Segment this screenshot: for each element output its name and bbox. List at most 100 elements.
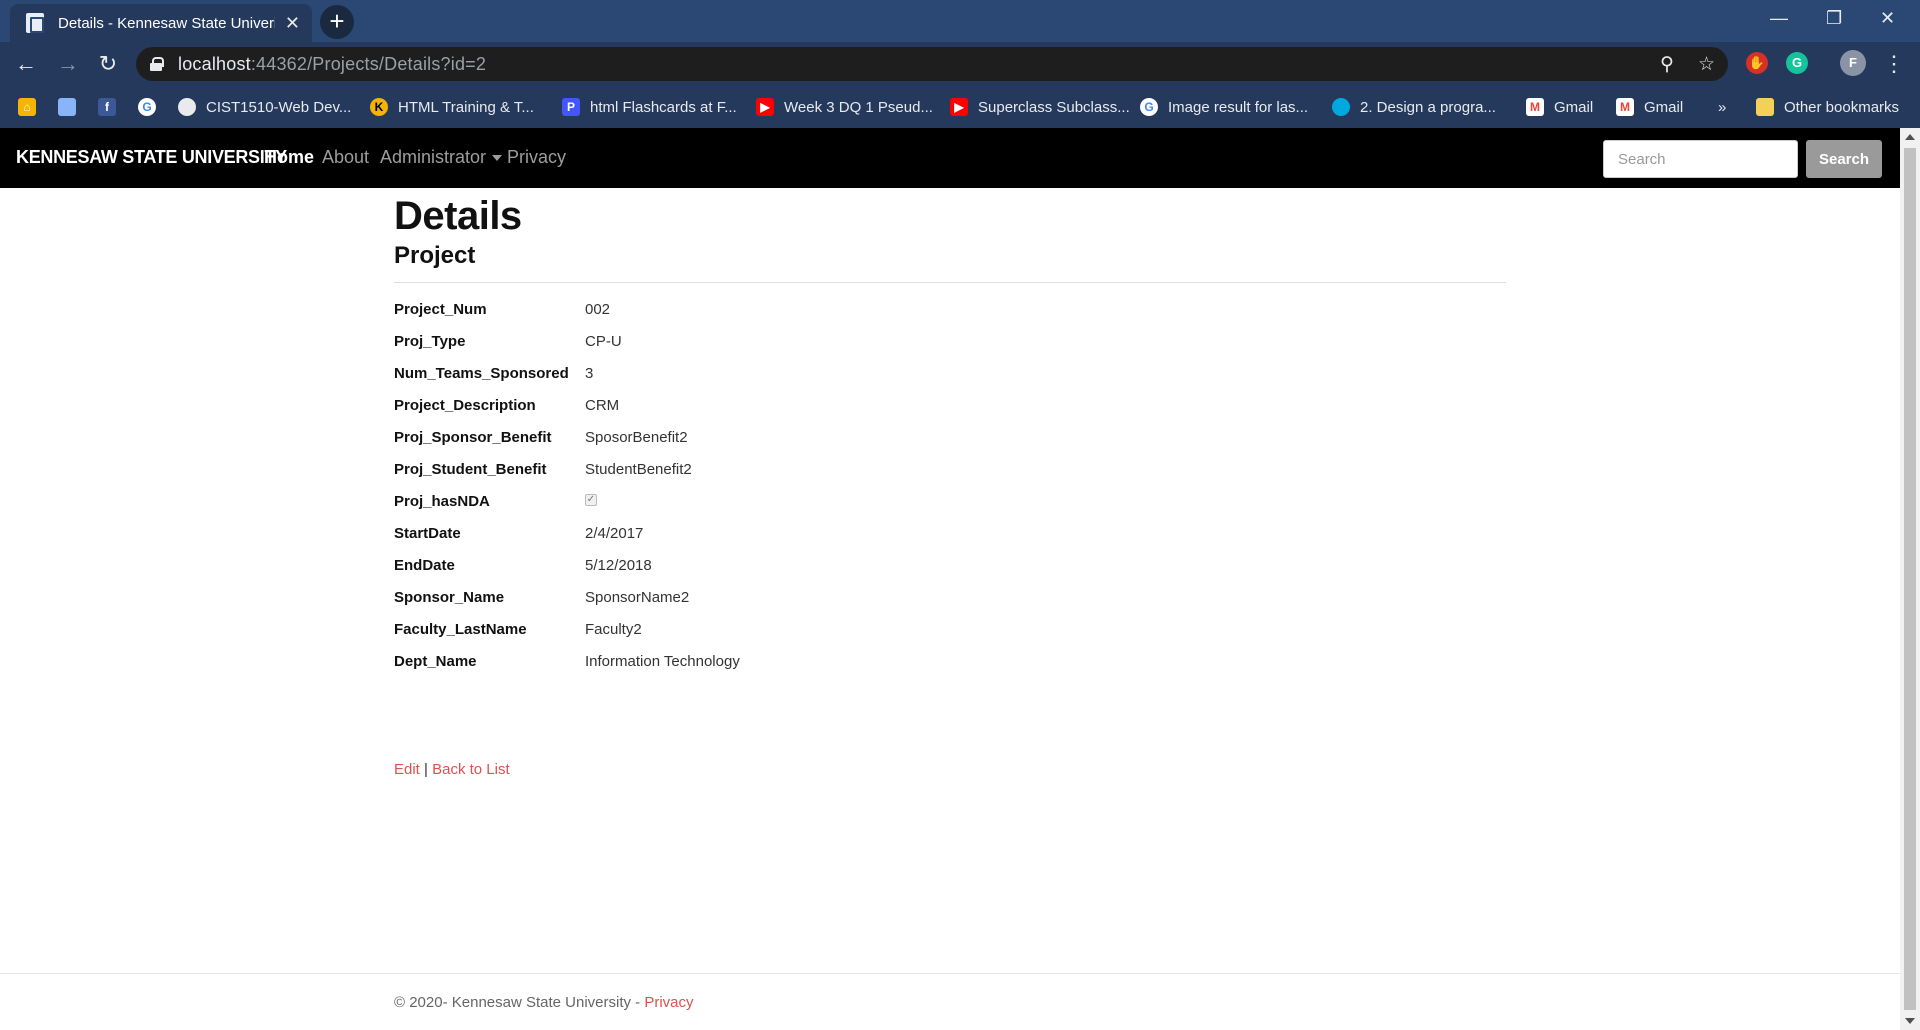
detail-row-project-num: Project_Num 002: [394, 301, 1506, 333]
scroll-up-icon[interactable]: [1905, 134, 1915, 140]
bookmark-image-result[interactable]: G Image result for las...: [1140, 96, 1308, 118]
nav-home[interactable]: Home: [264, 147, 314, 168]
detail-row-sponsor-benefit: Proj_Sponsor_Benefit SposorBenefit2: [394, 429, 1506, 461]
bookmarks-overflow-button[interactable]: »: [1718, 96, 1726, 118]
detail-row-dept: Dept_Name Information Technology: [394, 653, 1506, 685]
detail-row-start-date: StartDate 2/4/2017: [394, 525, 1506, 557]
nav-administrator-dropdown[interactable]: Administrator: [380, 147, 503, 168]
bookmark-facebook[interactable]: f: [98, 96, 126, 118]
bookmark-icon: [58, 98, 76, 116]
bookmark-2[interactable]: [58, 96, 86, 118]
field-value: SposorBenefit2: [585, 429, 688, 446]
web-icon: [178, 98, 196, 116]
scroll-down-icon[interactable]: [1905, 1018, 1915, 1024]
footer-privacy-link[interactable]: Privacy: [644, 994, 693, 1011]
new-tab-button[interactable]: +: [320, 5, 354, 39]
detail-row-description: Project_Description CRM: [394, 397, 1506, 429]
site-navbar: KENNESAW STATE UNIVERSITY Home About Adm…: [0, 128, 1900, 188]
bookmark-html-training[interactable]: K HTML Training & T...: [370, 96, 534, 118]
detail-row-student-benefit: Proj_Student_Benefit StudentBenefit2: [394, 461, 1506, 493]
field-label: Proj_Student_Benefit: [394, 461, 547, 478]
page-subtitle: Project: [394, 242, 476, 269]
browser-tab-strip: Details - Kennesaw State Univeris ✕ + — …: [0, 0, 1920, 42]
reload-icon[interactable]: ↻: [94, 50, 122, 78]
back-icon[interactable]: ←: [12, 50, 40, 78]
search-button[interactable]: Search: [1806, 140, 1882, 178]
detail-row-proj-type: Proj_Type CP-U: [394, 333, 1506, 365]
field-label: Faculty_LastName: [394, 621, 527, 638]
detail-row-num-teams: Num_Teams_Sponsored 3: [394, 365, 1506, 397]
bookmark-gmail-1[interactable]: M Gmail: [1526, 96, 1593, 118]
field-label: Sponsor_Name: [394, 589, 505, 606]
address-bar[interactable]: localhost:44362/Projects/Details?id=2 ⚲ …: [136, 47, 1728, 81]
footer-divider: [0, 973, 1900, 974]
close-tab-icon[interactable]: ✕: [285, 13, 300, 34]
close-window-icon[interactable]: ✕: [1880, 8, 1895, 29]
folder-icon: [1756, 98, 1774, 116]
adblock-extension-icon[interactable]: ✋: [1746, 52, 1768, 74]
field-label: Proj_Type: [394, 333, 466, 350]
profile-avatar[interactable]: F: [1840, 50, 1866, 76]
minimize-icon[interactable]: —: [1770, 8, 1788, 29]
details-actions: Edit | Back to List: [394, 761, 510, 778]
link-separator: |: [424, 761, 428, 778]
nav-about[interactable]: About: [322, 147, 369, 168]
page-scrollbar[interactable]: [1900, 128, 1920, 1030]
bookmark-home[interactable]: ⌂: [18, 96, 46, 118]
zoom-icon[interactable]: ⚲: [1660, 53, 1674, 76]
lock-icon[interactable]: [150, 57, 164, 71]
bookmark-html-flashcards[interactable]: Phtml Flashcards at F...: [562, 96, 737, 118]
page-viewport: KENNESAW STATE UNIVERSITY Home About Adm…: [0, 128, 1900, 1030]
bookmark-google[interactable]: G: [138, 96, 166, 118]
field-label: Dept_Name: [394, 653, 477, 670]
google-icon: G: [1140, 98, 1158, 116]
field-value: 3: [585, 365, 594, 382]
field-value: Faculty2: [585, 621, 642, 638]
field-value: SponsorName2: [585, 589, 690, 606]
att-icon: [1332, 98, 1350, 116]
youtube-icon: ▶: [756, 98, 774, 116]
home-icon: ⌂: [18, 98, 36, 116]
forward-icon[interactable]: →: [54, 50, 82, 78]
footer-copyright: © 2020- Kennesaw State University -: [394, 994, 641, 1011]
bookmark-star-icon[interactable]: ☆: [1698, 53, 1715, 76]
menu-kebab-icon[interactable]: ⋮: [1880, 50, 1908, 78]
footer: © 2020- Kennesaw State University - Priv…: [394, 994, 694, 1011]
bookmarks-bar: ⌂ f G CIST1510-Web Dev... K HTML Training…: [0, 86, 1920, 128]
field-label: Num_Teams_Sponsored: [394, 365, 569, 382]
field-value: 002: [585, 301, 611, 318]
bookmark-gmail-2[interactable]: M Gmail: [1616, 96, 1683, 118]
field-label: Proj_Sponsor_Benefit: [394, 429, 552, 446]
field-value: StudentBenefit2: [585, 461, 692, 478]
facebook-icon: f: [98, 98, 116, 116]
bookmark-cist1510[interactable]: CIST1510-Web Dev...: [178, 96, 351, 118]
nda-checkbox: ✓: [585, 494, 597, 506]
brand-link[interactable]: KENNESAW STATE UNIVERSITY: [16, 147, 287, 168]
search-input[interactable]: [1603, 140, 1798, 178]
browser-tab[interactable]: Details - Kennesaw State Univeris ✕: [10, 4, 312, 42]
gmail-icon: M: [1616, 98, 1634, 116]
page-favicon-icon: [26, 13, 44, 33]
url-text: localhost:44362/Projects/Details?id=2: [178, 53, 487, 74]
other-bookmarks[interactable]: Other bookmarks: [1756, 96, 1899, 118]
edit-link[interactable]: Edit: [394, 761, 420, 778]
restore-icon[interactable]: ❐: [1826, 8, 1842, 29]
bookmark-superclass[interactable]: ▶ Superclass Subclass...: [950, 96, 1130, 118]
detail-row-faculty: Faculty_LastName Faculty2: [394, 621, 1506, 653]
back-to-list-link[interactable]: Back to List: [432, 761, 510, 778]
field-label: Proj_hasNDA: [394, 493, 490, 510]
quizlet-icon: P: [562, 98, 580, 116]
field-value: CRM: [585, 397, 620, 414]
page-title: Details: [394, 194, 522, 238]
field-label: Project_Description: [394, 397, 536, 414]
scrollbar-thumb[interactable]: [1904, 148, 1916, 1010]
gmail-icon: M: [1526, 98, 1544, 116]
field-value: CP-U: [585, 333, 622, 350]
bookmark-week3[interactable]: ▶ Week 3 DQ 1 Pseud...: [756, 96, 933, 118]
chevron-down-icon: [492, 155, 503, 162]
grammarly-extension-icon[interactable]: G: [1786, 52, 1808, 74]
details-list: Project_Num 002 Proj_Type CP-U Num_Teams_S…: [394, 301, 1506, 685]
detail-row-has-nda: Proj_hasNDA ✓: [394, 493, 1506, 525]
bookmark-design-program[interactable]: 2. Design a progra...: [1332, 96, 1496, 118]
nav-privacy[interactable]: Privacy: [507, 147, 566, 168]
